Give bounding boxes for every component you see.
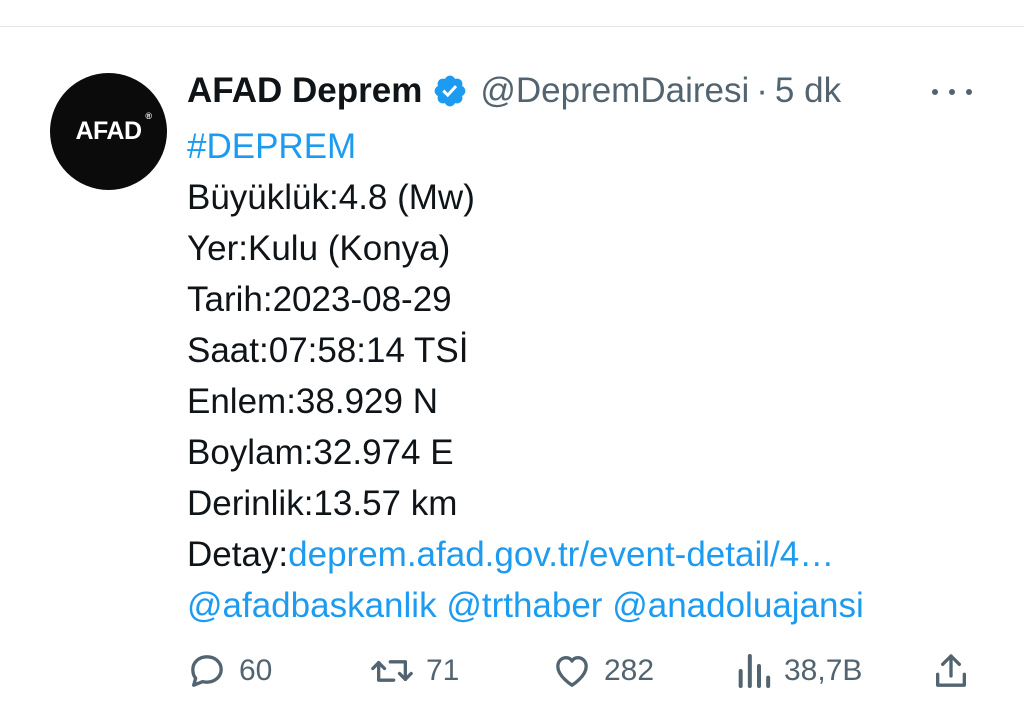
detail-link[interactable]: deprem.afad.gov.tr/event-detail/4… — [288, 535, 834, 574]
detail-line: Detay:deprem.afad.gov.tr/event-detail/4… — [187, 529, 987, 580]
tweet-line: Büyüklük:4.8 (Mw) — [187, 178, 475, 217]
afad-logo: AFAD ® — [75, 111, 152, 145]
tweet-text: #DEPREM Büyüklük:4.8 (Mw) Yer:Kulu (Kony… — [187, 121, 987, 631]
tweet-line: Yer:Kulu (Konya) — [187, 229, 451, 268]
avatar[interactable]: AFAD ® — [50, 73, 167, 190]
tweet-line: Boylam:32.974 E — [187, 433, 454, 472]
like-count: 282 — [604, 654, 655, 687]
views-count: 38,7B — [784, 654, 863, 687]
retweet-count: 71 — [426, 654, 460, 687]
verified-badge-icon — [432, 73, 468, 109]
tweet-timestamp[interactable]: 5 dk — [775, 71, 841, 111]
retweet-button[interactable]: 71 — [370, 646, 459, 696]
mentions-line: @afadbaskanlik @trthaber @anadoluajansi — [187, 580, 987, 631]
share-button[interactable] — [931, 646, 971, 696]
mention-link[interactable]: @trthaber — [446, 586, 602, 625]
tweet-header: AFAD Deprem @DepremDairesi · 5 dk — [187, 68, 841, 114]
author-name[interactable]: AFAD Deprem — [187, 71, 422, 111]
views-icon — [736, 651, 772, 691]
tweet-line: Saat:07:58:14 TSİ — [187, 331, 469, 370]
mention-link[interactable]: @afadbaskanlik — [187, 586, 437, 625]
more-icon[interactable] — [932, 80, 972, 104]
top-divider — [0, 0, 1024, 27]
tweet-line: Enlem:38.929 N — [187, 382, 438, 421]
reply-button[interactable]: 60 — [187, 646, 272, 696]
retweet-icon — [370, 651, 414, 691]
hashtag-link[interactable]: #DEPREM — [187, 121, 987, 172]
share-icon — [931, 651, 971, 691]
like-icon — [552, 651, 592, 691]
views-button[interactable]: 38,7B — [736, 646, 862, 696]
mention-link[interactable]: @anadoluajansi — [612, 586, 864, 625]
header-separator: · — [756, 71, 768, 110]
reply-icon — [187, 651, 227, 691]
like-button[interactable]: 282 — [552, 646, 654, 696]
detail-label: Detay: — [187, 535, 289, 574]
author-handle[interactable]: @DepremDairesi — [480, 71, 749, 111]
reply-count: 60 — [239, 654, 273, 687]
tweet-actions: 60 71 282 38,7B — [187, 646, 977, 696]
tweet-line: Derinlik:13.57 km — [187, 484, 458, 523]
tweet-line: Tarih:2023-08-29 — [187, 280, 452, 319]
